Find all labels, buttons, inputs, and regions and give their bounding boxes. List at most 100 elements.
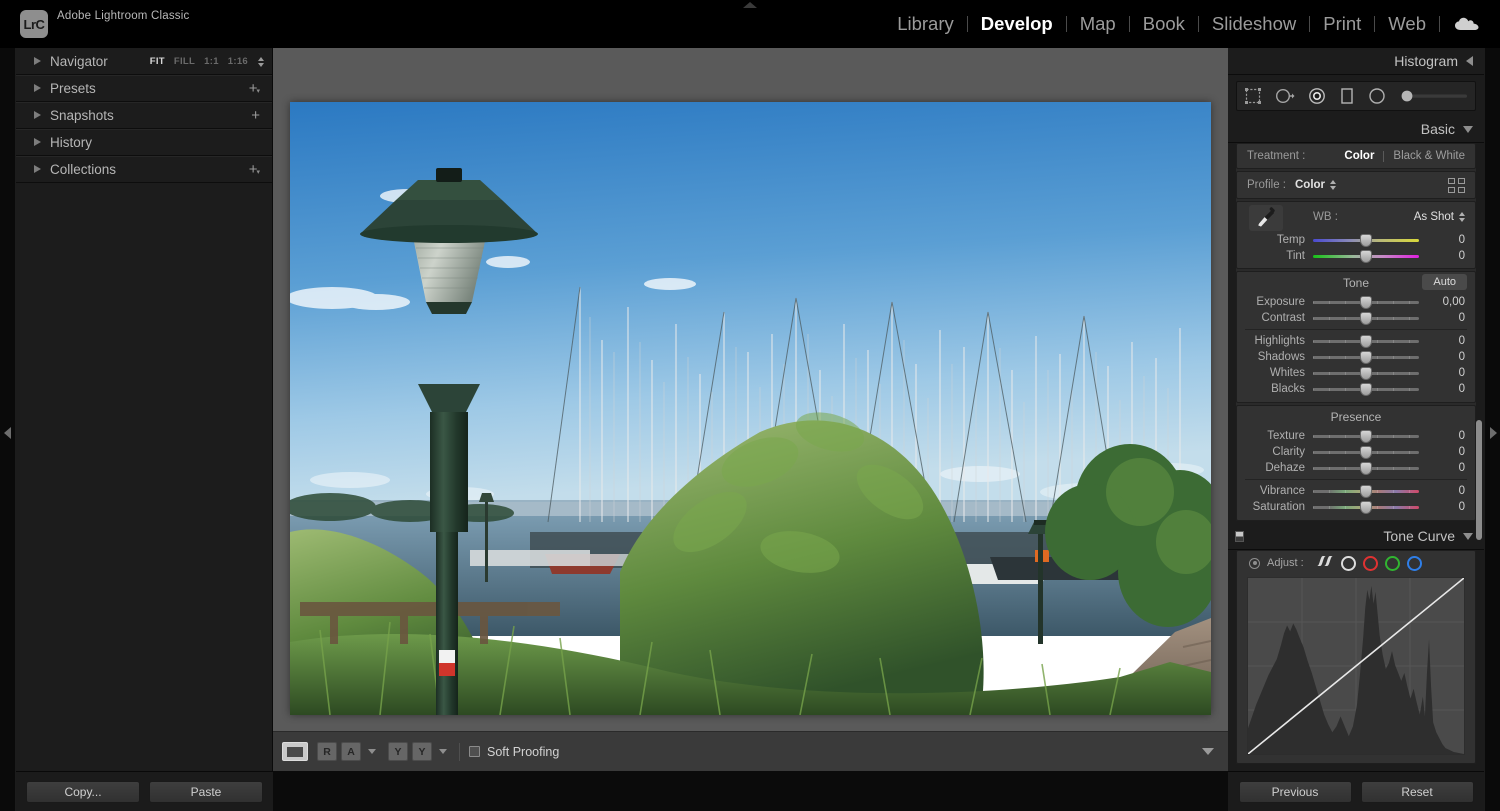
- slider-shadows-track[interactable]: [1313, 349, 1419, 365]
- slider-saturation-track[interactable]: [1313, 499, 1419, 515]
- zoom-stepper[interactable]: [258, 56, 264, 67]
- module-develop[interactable]: Develop: [968, 0, 1066, 48]
- point-curve-red-icon[interactable]: [1362, 555, 1378, 571]
- panel-navigator[interactable]: Navigator FIT FILL 1:1 1:16: [16, 48, 272, 75]
- masking-rect-icon[interactable]: [1339, 87, 1355, 105]
- module-book[interactable]: Book: [1130, 0, 1198, 48]
- module-print[interactable]: Print: [1310, 0, 1374, 48]
- slider-clarity-value[interactable]: 0: [1429, 446, 1465, 458]
- basic-panel-header[interactable]: Basic: [1228, 116, 1484, 143]
- histogram-panel-header[interactable]: Histogram: [1228, 48, 1484, 75]
- slider-tint-track[interactable]: [1313, 248, 1419, 264]
- slider-shadows-knob[interactable]: [1360, 351, 1372, 364]
- add-collection-icon[interactable]: + ▾: [249, 156, 260, 183]
- slider-contrast-value[interactable]: 0: [1429, 312, 1465, 324]
- module-map[interactable]: Map: [1067, 0, 1129, 48]
- slider-dehaze-track[interactable]: [1313, 460, 1419, 476]
- module-web[interactable]: Web: [1375, 0, 1439, 48]
- add-preset-icon[interactable]: + ▾: [249, 75, 260, 102]
- spot-removal-icon[interactable]: [1275, 87, 1295, 105]
- slider-highlights-value[interactable]: 0: [1429, 335, 1465, 347]
- parametric-curve-icon[interactable]: [1314, 553, 1334, 574]
- right-panel-toggle[interactable]: [1484, 48, 1500, 811]
- slider-shadows-value[interactable]: 0: [1429, 351, 1465, 363]
- slider-tint-value[interactable]: 0: [1429, 250, 1465, 262]
- reset-button[interactable]: Reset: [1360, 780, 1474, 803]
- treatment-bw-option[interactable]: Black & White: [1393, 150, 1465, 162]
- slider-saturation-value[interactable]: 0: [1429, 501, 1465, 513]
- photo-canvas[interactable]: [290, 102, 1211, 715]
- crop-overlay-icon[interactable]: [1244, 87, 1262, 105]
- amount-slider-icon[interactable]: [1399, 89, 1469, 103]
- wb-value[interactable]: As Shot: [1414, 211, 1454, 223]
- zoom-fill[interactable]: FILL: [174, 56, 195, 67]
- slider-temp-track[interactable]: [1313, 232, 1419, 248]
- slider-dehaze-knob[interactable]: [1360, 462, 1372, 475]
- slider-whites-knob[interactable]: [1360, 367, 1372, 380]
- loupe-view-button[interactable]: [282, 742, 308, 761]
- zoom-1-16[interactable]: 1:16: [228, 56, 248, 67]
- slider-exposure-track[interactable]: [1313, 294, 1419, 310]
- previous-button[interactable]: Previous: [1238, 780, 1352, 803]
- panel-history[interactable]: History: [16, 129, 272, 156]
- profile-value[interactable]: Color: [1295, 179, 1325, 191]
- slider-temp-value[interactable]: 0: [1429, 234, 1465, 246]
- white-balance-selector-icon[interactable]: [1249, 205, 1283, 231]
- slider-clarity-knob[interactable]: [1360, 446, 1372, 459]
- slider-texture-track[interactable]: [1313, 428, 1419, 444]
- slider-exposure-value[interactable]: 0,00: [1429, 296, 1465, 308]
- slider-blacks-track[interactable]: [1313, 381, 1419, 397]
- tone-curve-panel-header[interactable]: Tone Curve: [1228, 523, 1484, 550]
- slider-highlights-knob[interactable]: [1360, 335, 1372, 348]
- slider-texture-knob[interactable]: [1360, 430, 1372, 443]
- ya-yb-caret-icon[interactable]: [439, 749, 447, 754]
- point-curve-blue-icon[interactable]: [1406, 555, 1422, 571]
- toolbar-options-caret-icon[interactable]: [1202, 748, 1214, 755]
- slider-blacks-value[interactable]: 0: [1429, 383, 1465, 395]
- slider-temp-knob[interactable]: [1360, 234, 1372, 247]
- radial-gradient-icon[interactable]: [1368, 87, 1386, 105]
- profile-stepper[interactable]: [1330, 180, 1337, 190]
- top-panel-collapse-arrow[interactable]: [743, 2, 757, 8]
- right-panel-scrollbar[interactable]: [1476, 420, 1482, 540]
- module-slideshow[interactable]: Slideshow: [1199, 0, 1309, 48]
- slider-blacks-knob[interactable]: [1360, 383, 1372, 396]
- slider-exposure-knob[interactable]: [1360, 296, 1372, 309]
- point-curve-rgb-icon[interactable]: [1340, 555, 1356, 571]
- slider-clarity-track[interactable]: [1313, 444, 1419, 460]
- slider-vibrance-knob[interactable]: [1360, 485, 1372, 498]
- after-view-button[interactable]: A: [341, 742, 361, 761]
- slider-vibrance-value[interactable]: 0: [1429, 485, 1465, 497]
- auto-tone-button[interactable]: Auto: [1422, 274, 1467, 290]
- red-eye-icon[interactable]: [1308, 87, 1326, 105]
- slider-whites-track[interactable]: [1313, 365, 1419, 381]
- slider-dehaze-value[interactable]: 0: [1429, 462, 1465, 474]
- tone-curve-switch-icon[interactable]: [1235, 531, 1244, 542]
- treatment-color-option[interactable]: Color: [1344, 150, 1374, 162]
- slider-highlights-track[interactable]: [1313, 333, 1419, 349]
- paste-button[interactable]: Paste: [149, 780, 263, 803]
- before-view-button[interactable]: R: [317, 742, 337, 761]
- point-curve-green-icon[interactable]: [1384, 555, 1400, 571]
- zoom-fit[interactable]: FIT: [150, 56, 165, 67]
- wb-stepper[interactable]: [1459, 212, 1465, 222]
- slider-contrast-track[interactable]: [1313, 310, 1419, 326]
- left-panel-toggle[interactable]: [0, 48, 16, 811]
- targeted-adjustment-icon[interactable]: [1249, 557, 1260, 569]
- module-library[interactable]: Library: [884, 0, 967, 48]
- soft-proofing-checkbox[interactable]: [469, 746, 480, 757]
- copy-button[interactable]: Copy...: [26, 780, 140, 803]
- slider-saturation-knob[interactable]: [1360, 501, 1372, 514]
- slider-contrast-knob[interactable]: [1360, 312, 1372, 325]
- cloud-sync-icon[interactable]: [1454, 16, 1480, 32]
- slider-tint-knob[interactable]: [1360, 250, 1372, 263]
- panel-snapshots[interactable]: Snapshots +: [16, 102, 272, 129]
- zoom-1-1[interactable]: 1:1: [204, 56, 219, 67]
- before-after-caret-icon[interactable]: [368, 749, 376, 754]
- slider-vibrance-track[interactable]: [1313, 483, 1419, 499]
- panel-presets[interactable]: Presets + ▾: [16, 75, 272, 102]
- ya-view-button[interactable]: Y: [388, 742, 408, 761]
- profile-browser-icon[interactable]: [1448, 177, 1465, 193]
- slider-whites-value[interactable]: 0: [1429, 367, 1465, 379]
- soft-proofing-label[interactable]: Soft Proofing: [487, 745, 559, 759]
